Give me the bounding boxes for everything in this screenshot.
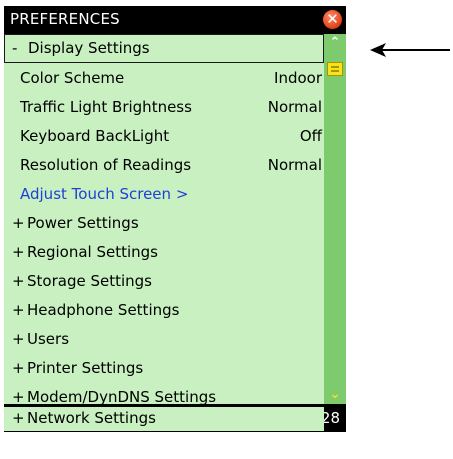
section-label: Headphone Settings [27,301,180,319]
section-printer-settings[interactable]: + Printer Settings [4,354,324,383]
setting-keyboard-backlight[interactable]: Keyboard BackLight Off [4,122,324,151]
collapse-sign: - [12,39,18,57]
annotation-arrow [370,43,450,57]
setting-traffic-light-brightness[interactable]: Traffic Light Brightness Normal [4,93,324,122]
setting-label: Color Scheme [20,69,125,87]
setting-value: Off [299,127,322,145]
section-headphone-settings[interactable]: + Headphone Settings [4,296,324,325]
section-users[interactable]: + Users [4,325,324,354]
section-label: Network Settings [27,409,156,427]
expand-sign: + [12,243,25,261]
close-button[interactable]: ✕ [323,10,342,29]
expand-sign: + [12,272,25,290]
expand-sign: + [12,301,25,319]
scroll-up-icon[interactable]: ⌃ [326,36,344,50]
section-network-settings[interactable]: + Network Settings [4,407,324,431]
expand-sign: + [12,214,25,232]
scrollbar[interactable]: ⌃ ⌄ [324,34,346,404]
title-bar: PREFERENCES ✕ [4,6,346,34]
section-label: Regional Settings [27,243,159,261]
setting-label: Traffic Light Brightness [20,98,192,116]
setting-label: Keyboard BackLight [20,127,170,145]
scroll-down-icon[interactable]: ⌄ [326,388,344,402]
section-label: Power Settings [27,214,139,232]
section-regional-settings[interactable]: + Regional Settings [4,238,324,267]
expand-sign: + [12,359,25,377]
section-label: Users [27,330,70,348]
section-label: Display Settings [28,39,150,57]
preferences-list: - Display Settings Color Scheme Indoor T… [4,34,324,406]
link-label: Adjust Touch Screen > [20,185,189,203]
setting-label: Resolution of Readings [20,156,192,174]
section-storage-settings[interactable]: + Storage Settings [4,267,324,296]
section-label: Printer Settings [27,359,144,377]
instrument-screen: PREFERENCES ✕ - Display Settings Color S… [4,6,346,432]
adjust-touch-screen-link[interactable]: Adjust Touch Screen > [4,180,324,209]
setting-color-scheme[interactable]: Color Scheme Indoor [4,64,324,93]
page-title: PREFERENCES [10,10,120,28]
setting-value: Indoor [274,69,322,87]
section-label: Storage Settings [27,272,152,290]
expand-sign: + [12,409,25,427]
scroll-thumb[interactable] [327,62,343,76]
section-display-settings[interactable]: - Display Settings [4,34,324,63]
setting-resolution-of-readings[interactable]: Resolution of Readings Normal [4,151,324,180]
setting-value: Normal [267,98,322,116]
expand-sign: + [12,330,25,348]
section-power-settings[interactable]: + Power Settings [4,209,324,238]
setting-value: Normal [267,156,322,174]
close-icon: ✕ [326,10,339,28]
